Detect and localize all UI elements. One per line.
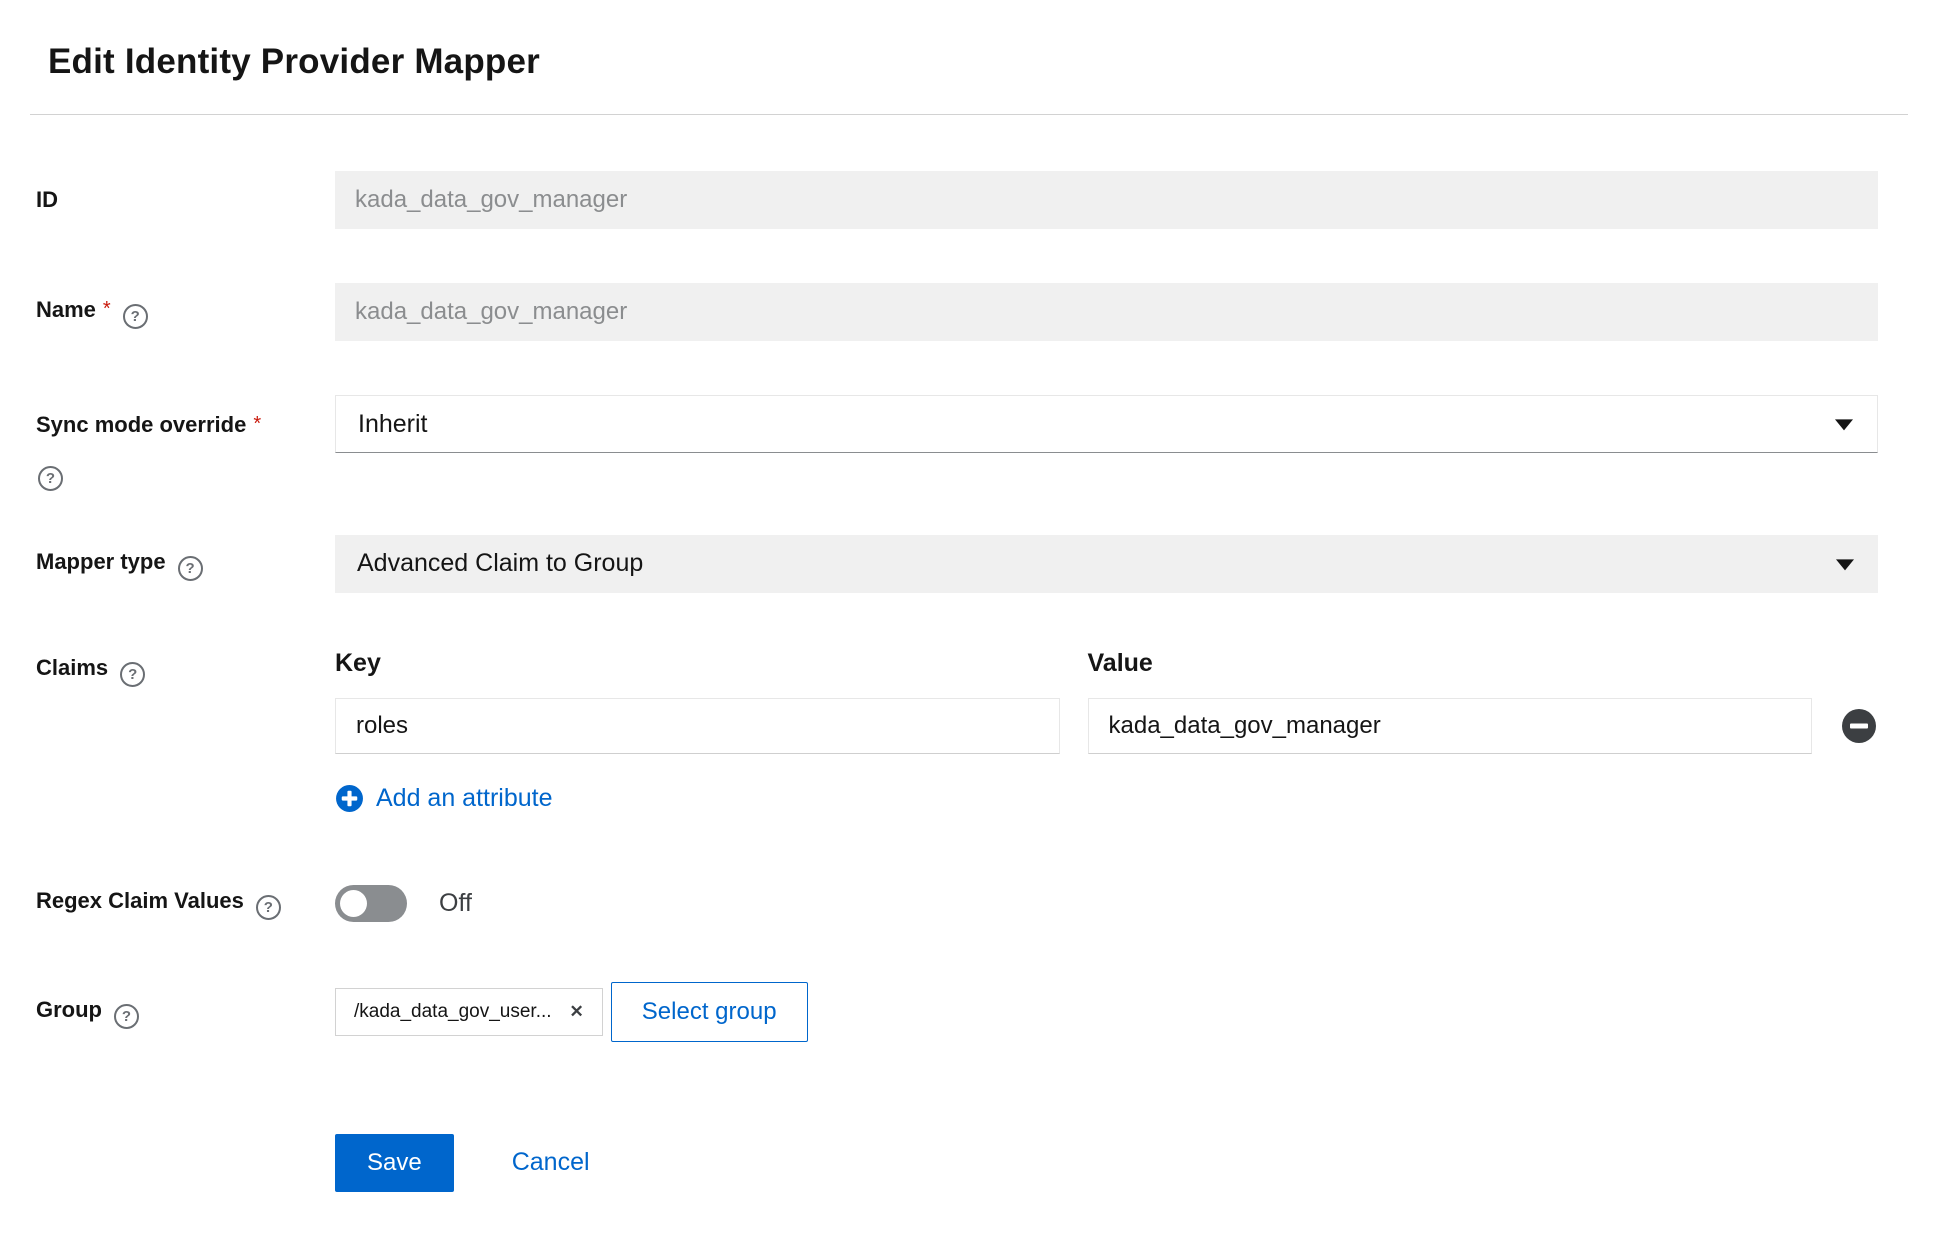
- group-label: Group: [36, 997, 102, 1022]
- mapper-type-label: Mapper type: [36, 549, 166, 574]
- select-group-button[interactable]: Select group: [611, 982, 808, 1042]
- plus-circle-icon: [335, 784, 364, 813]
- regex-help-icon[interactable]: ?: [256, 895, 281, 920]
- regex-toggle[interactable]: [335, 885, 407, 922]
- form-row-group: Group? /kada_data_gov_user... ✕ Select g…: [36, 982, 1878, 1042]
- claims-label-col: Claims?: [36, 647, 335, 687]
- form-row-id: ID: [36, 171, 1878, 229]
- sync-mode-label-col: Sync mode override * ?: [36, 395, 335, 491]
- group-field-col: /kada_data_gov_user... ✕ Select group: [335, 982, 1878, 1042]
- page-header: Edit Identity Provider Mapper: [0, 0, 1938, 114]
- sync-mode-help-wrap: ?: [36, 457, 311, 491]
- remove-group-icon[interactable]: ✕: [570, 1003, 584, 1020]
- mapper-type-help-icon[interactable]: ?: [178, 556, 203, 581]
- mapper-form: ID Name*? Sync mode override* ? Inherit …: [36, 171, 1878, 1192]
- id-label: ID: [36, 187, 58, 212]
- name-label: Name: [36, 297, 96, 322]
- claims-header-spacer: [1840, 649, 1878, 678]
- claim-key-input[interactable]: [335, 698, 1060, 754]
- sync-mode-help-icon[interactable]: ?: [38, 466, 63, 491]
- sync-mode-field-col: Inherit: [335, 395, 1878, 453]
- mapper-type-selected-value: Advanced Claim to Group: [357, 549, 643, 578]
- add-attribute-button[interactable]: Add an attribute: [335, 784, 553, 813]
- mapper-type-label-col: Mapper type?: [36, 547, 335, 581]
- claims-key-header: Key: [335, 649, 1060, 678]
- regex-toggle-state: Off: [439, 889, 472, 918]
- regex-label-col: Regex Claim Values?: [36, 886, 335, 920]
- form-row-regex: Regex Claim Values? Off: [36, 885, 1878, 922]
- regex-label: Regex Claim Values: [36, 888, 244, 913]
- group-label-col: Group?: [36, 995, 335, 1029]
- id-field-col: [335, 171, 1878, 229]
- group-chip-text: /kada_data_gov_user...: [354, 1001, 552, 1023]
- form-actions: Save Cancel: [335, 1134, 1878, 1192]
- save-button[interactable]: Save: [335, 1134, 454, 1192]
- regex-field-col: Off: [335, 885, 1878, 922]
- mapper-type-select[interactable]: Advanced Claim to Group: [335, 535, 1878, 593]
- cancel-button[interactable]: Cancel: [512, 1148, 590, 1177]
- minus-circle-icon: [1840, 707, 1878, 745]
- name-field-col: [335, 283, 1878, 341]
- claim-value-input[interactable]: [1088, 698, 1813, 754]
- sync-mode-required-asterisk: *: [253, 413, 261, 435]
- header-divider: [30, 114, 1908, 115]
- name-label-col: Name *?: [36, 295, 335, 329]
- remove-claim-button[interactable]: [1840, 707, 1878, 745]
- claims-label: Claims: [36, 655, 108, 680]
- form-row-claims: Claims? Key Value: [36, 647, 1878, 813]
- claims-headers: Key Value: [335, 649, 1878, 678]
- id-input: [335, 171, 1878, 229]
- group-help-icon[interactable]: ?: [114, 1004, 139, 1029]
- chevron-down-icon: [1835, 419, 1853, 430]
- claims-field-col: Key Value Ad: [335, 647, 1878, 813]
- form-row-mapper-type: Mapper type? Advanced Claim to Group: [36, 535, 1878, 593]
- form-row-sync-mode: Sync mode override * ? Inherit: [36, 395, 1878, 491]
- add-attribute-label: Add an attribute: [376, 784, 553, 813]
- page-title: Edit Identity Provider Mapper: [48, 42, 1898, 82]
- chevron-down-icon: [1836, 559, 1854, 570]
- sync-mode-label: Sync mode override: [36, 412, 246, 437]
- name-required-asterisk: *: [103, 298, 111, 320]
- toggle-knob: [340, 890, 367, 917]
- name-help-icon[interactable]: ?: [123, 304, 148, 329]
- form-row-name: Name *?: [36, 283, 1878, 341]
- claims-value-header: Value: [1088, 649, 1813, 678]
- claim-row: [335, 698, 1878, 754]
- name-input: [335, 283, 1878, 341]
- group-chip: /kada_data_gov_user... ✕: [335, 988, 603, 1036]
- sync-mode-select[interactable]: Inherit: [335, 395, 1878, 453]
- claims-help-icon[interactable]: ?: [120, 662, 145, 687]
- mapper-type-field-col: Advanced Claim to Group: [335, 535, 1878, 593]
- id-label-col: ID: [36, 185, 335, 216]
- sync-mode-selected-value: Inherit: [358, 410, 427, 439]
